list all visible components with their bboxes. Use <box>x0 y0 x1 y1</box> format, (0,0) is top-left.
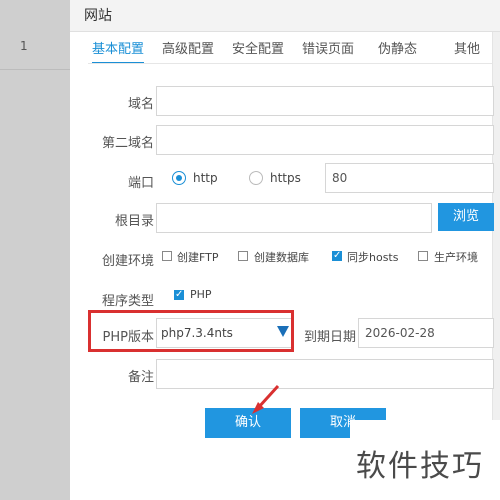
expire-date-input[interactable]: 2026-02-28 <box>358 318 494 348</box>
database-checkbox-label: 创建数据库 <box>254 251 309 264</box>
second-domain-label: 第二域名 <box>101 136 154 151</box>
database-checkbox[interactable] <box>238 251 248 261</box>
tab-rewrite[interactable]: 伪静态 <box>378 40 417 64</box>
domain-label: 域名 <box>127 97 154 112</box>
table-row: 1 <box>0 0 70 70</box>
root-dir-label: 根目录 <box>114 214 154 229</box>
env-label: 创建环境 <box>101 254 154 269</box>
tab-advanced-config[interactable]: 高级配置 <box>162 40 214 64</box>
browse-button[interactable]: 浏览 <box>438 203 494 231</box>
root-dir-input[interactable] <box>156 203 432 233</box>
highlight-box <box>88 310 294 352</box>
remark-label: 备注 <box>127 370 154 385</box>
http-radio-label: http <box>193 171 218 185</box>
php-checkbox[interactable] <box>174 288 184 302</box>
http-radio[interactable] <box>172 171 186 185</box>
expire-date-label: 到期日期 <box>303 330 356 345</box>
red-arrow-icon <box>252 384 280 414</box>
sync-hosts-checkbox-label: 同步hosts <box>347 251 399 264</box>
ftp-checkbox-label: 创建FTP <box>177 251 219 264</box>
production-checkbox[interactable] <box>418 251 428 261</box>
port-input[interactable]: 80 <box>325 163 494 193</box>
tab-divider <box>88 63 492 64</box>
tab-security-config[interactable]: 安全配置 <box>232 40 284 64</box>
port-label: 端口 <box>127 176 154 191</box>
domain-input[interactable] <box>156 86 494 116</box>
php-checkbox-label: PHP <box>190 288 212 301</box>
https-radio-label: https <box>270 171 301 185</box>
https-radio[interactable] <box>249 171 263 185</box>
tab-other[interactable]: 其他 <box>454 40 480 64</box>
tab-error-pages[interactable]: 错误页面 <box>302 40 354 64</box>
second-domain-input[interactable] <box>156 125 494 155</box>
production-checkbox-label: 生产环境 <box>434 251 478 264</box>
watermark: 软件技巧 <box>356 449 484 484</box>
background-table: 1 <box>0 0 70 500</box>
tab-bar: 基本配置 高级配置 安全配置 错误页面 伪静态 其他 <box>88 40 494 64</box>
dialog-title: 网站 <box>70 0 500 32</box>
remark-input[interactable] <box>156 359 494 389</box>
program-type-label: 程序类型 <box>101 294 154 309</box>
ftp-checkbox[interactable] <box>162 251 172 261</box>
sync-hosts-checkbox[interactable] <box>332 249 342 263</box>
row-number: 1 <box>20 39 28 53</box>
tab-basic-config[interactable]: 基本配置 <box>92 40 145 64</box>
